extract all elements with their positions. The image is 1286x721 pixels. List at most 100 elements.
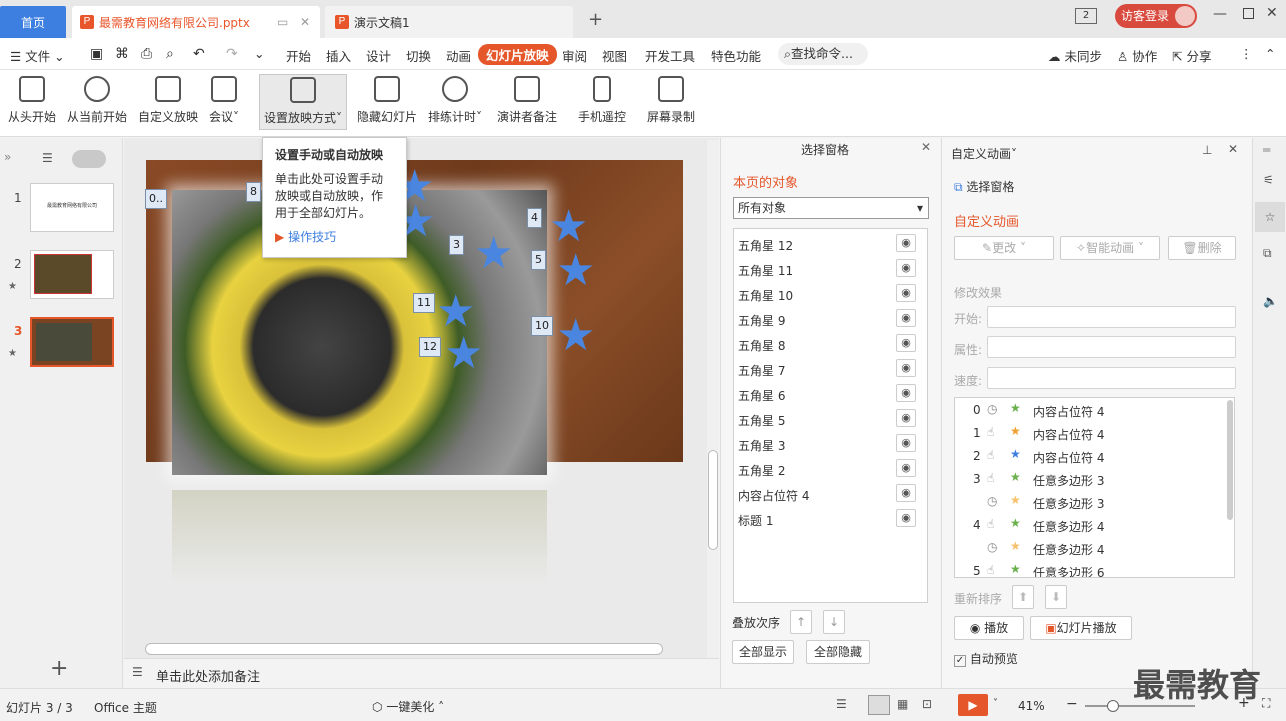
menu-item-features[interactable]: 特色功能 [711,46,761,65]
visibility-eye-icon[interactable]: ◉ [896,459,916,477]
object-list-item[interactable]: 五角星 3 [738,437,785,454]
tooltip-tips-link[interactable]: ▶ 操作技巧 [275,228,394,245]
monitor-icon[interactable]: ▭ [277,15,288,29]
object-list-item[interactable]: 五角星 7 [738,362,785,379]
object-list-item[interactable]: 五角星 6 [738,387,785,404]
object-list-item[interactable]: 五角星 8 [738,337,785,354]
window-count-badge[interactable]: 2 [1075,8,1097,24]
vertical-scrollbar[interactable] [707,140,719,658]
redo-icon[interactable]: ↷ [226,46,238,62]
meeting-button[interactable]: 会议˅ [209,76,239,125]
close-window-icon[interactable]: ✕ [1266,5,1278,21]
settings-sliders-icon[interactable]: ⚟ [1263,173,1274,187]
visibility-eye-icon[interactable]: ◉ [896,384,916,402]
maximize-icon[interactable] [1243,8,1254,19]
menu-item-animation[interactable]: 动画 [446,46,471,65]
object-list-item[interactable]: 五角星 11 [738,262,793,279]
fit-window-icon[interactable]: ⛶ [1262,696,1270,711]
presenter-notes-button[interactable]: 演讲者备注 [497,76,557,125]
from-current-button[interactable]: 从当前开始 [67,76,127,125]
slide-sorter-icon[interactable]: ▦ [897,697,908,711]
screen-record-button[interactable]: 屏幕录制 [647,76,695,125]
star-shape[interactable]: ★ [556,314,595,358]
beautify-button[interactable]: ⬡ 一键美化 ˄ [372,698,444,715]
move-down-icon[interactable]: ↓ [823,610,845,634]
search-command-input[interactable]: ⌕查找命令... [778,43,868,65]
object-list-item[interactable]: 标题 1 [738,512,773,529]
star-shape[interactable]: ★ [444,332,483,376]
selection-pane-link[interactable]: ⧉ 选择窗格 [954,178,1014,195]
animation-list-item[interactable]: 1 ☝ ★ 内容占位符 4 [955,422,1225,445]
thumbnail-view-icon[interactable] [72,150,106,168]
animation-list-item[interactable]: ◷ ★ 任意多边形 4 [955,537,1225,560]
new-tab-icon[interactable]: + [588,9,603,30]
print-preview-icon[interactable]: ⌕ [166,46,174,62]
guest-login-button[interactable]: 访客登录 [1115,4,1197,28]
animation-list-item[interactable]: ◷ ★ 任意多边形 3 [955,491,1225,514]
minimize-icon[interactable]: — [1213,6,1227,22]
sync-button[interactable]: ☁ 未同步 [1048,46,1102,65]
menu-item-transition[interactable]: 切换 [406,46,431,65]
rehearse-button[interactable]: 排练计时˅ [428,76,482,125]
animation-list-item[interactable]: 2 ☝ ★ 内容占位符 4 [955,445,1225,468]
delete-button[interactable]: 🗑删除 [1168,236,1236,260]
phone-remote-button[interactable]: 手机遥控 [578,76,626,125]
zoom-slider-handle[interactable] [1107,700,1119,712]
star-shape[interactable]: ★ [474,232,513,276]
smart-animation-button[interactable]: ✧智能动画 ˅ [1060,236,1160,260]
share-button[interactable]: ⇱ 分享 [1172,46,1211,65]
horizontal-scrollbar[interactable] [145,643,663,655]
undo-icon[interactable]: ↶ [193,46,205,62]
collapse-sidebar-icon[interactable]: ═ [1263,143,1270,157]
save-icon[interactable]: ▣ [90,46,103,62]
slide-thumbnail-2[interactable] [30,250,114,299]
object-list-item[interactable]: 五角星 9 [738,312,785,329]
transition-icon[interactable]: ⧉ [1263,246,1272,261]
visibility-eye-icon[interactable]: ◉ [896,234,916,252]
visibility-eye-icon[interactable]: ◉ [896,409,916,427]
visibility-eye-icon[interactable]: ◉ [896,484,916,502]
outline-view-icon[interactable]: ☰ [42,151,53,165]
normal-view-icon[interactable] [868,695,890,715]
speed-select[interactable] [987,367,1236,389]
animation-list-item[interactable]: 0 ◷ ★ 内容占位符 4 [955,399,1225,422]
object-list-item[interactable]: 内容占位符 4 [738,487,809,504]
change-button[interactable]: ✎更改 ˅ [954,236,1054,260]
close-icon[interactable]: ✕ [1228,142,1238,156]
visibility-eye-icon[interactable]: ◉ [896,309,916,327]
notes-toggle-icon[interactable]: ☰ [836,697,847,711]
move-up-icon[interactable]: ↑ [790,610,812,634]
animation-list-item[interactable]: 4 ☝ ★ 任意多边形 4 [955,514,1225,537]
object-list-item[interactable]: 五角星 5 [738,412,785,429]
close-tab-icon[interactable]: ✕ [300,15,310,29]
notes-bar[interactable]: ☰ 单击此处添加备注 [124,658,719,688]
autopreview-checkbox[interactable]: ✓ 自动预览 [954,650,1018,667]
reorder-up-icon[interactable]: ⬆ [1012,585,1034,609]
play-button[interactable]: ◉ 播放 [954,616,1024,640]
tab-home[interactable]: 首页 [0,6,66,38]
zoom-out-icon[interactable]: − [1066,696,1078,712]
slide-thumbnail-1[interactable]: 最需教育网络有限公司 [30,183,114,232]
menu-item-design[interactable]: 设计 [366,46,391,65]
star-shape[interactable]: ★ [556,249,595,293]
scroll-thumb[interactable] [708,450,718,550]
zoom-level[interactable]: 41% [1018,699,1045,713]
tab-document-2[interactable]: P 演示文稿1 [325,6,573,38]
from-start-button[interactable]: 从头开始 [8,76,56,125]
more-icon[interactable]: ⋮ [1240,46,1253,61]
slideshow-dropdown-icon[interactable]: ˅ [993,698,998,709]
format-painter-icon[interactable]: ⌘ [115,46,129,62]
sound-icon[interactable]: 🔈 [1263,294,1278,308]
animation-list-scrollbar[interactable] [1227,400,1233,520]
start-select[interactable] [987,306,1236,328]
menu-item-devtools[interactable]: 开发工具 [645,46,695,65]
visibility-eye-icon[interactable]: ◉ [896,509,916,527]
hide-all-button[interactable]: 全部隐藏 [806,640,870,664]
visibility-eye-icon[interactable]: ◉ [896,259,916,277]
expand-pane-icon[interactable]: » [4,150,11,164]
object-list-item[interactable]: 五角星 10 [738,287,793,304]
tab-document-1[interactable]: P 最需教育网络有限公司.pptx ▭ ✕ [72,6,320,38]
animation-list-item[interactable]: 5 ☝ ★ 任意多边形 6 [955,560,1225,577]
menu-item-start[interactable]: 开始 [286,46,311,65]
slide-thumbnail-3[interactable] [30,317,114,367]
